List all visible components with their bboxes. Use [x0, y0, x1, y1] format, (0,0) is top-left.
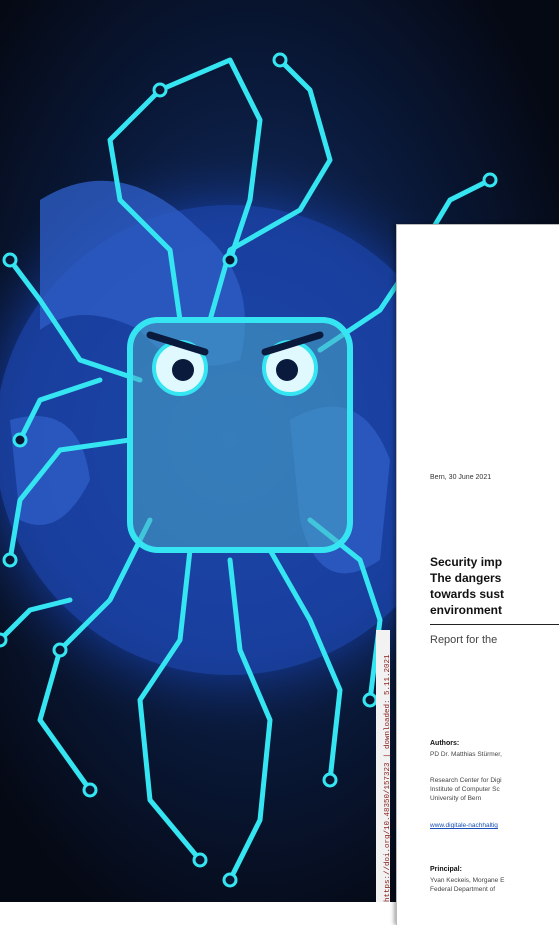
- principal-line: Federal Department of: [430, 886, 496, 893]
- principal-line: Yvan Keckeis, Morgane E: [430, 877, 505, 884]
- title-line: environment: [430, 603, 503, 617]
- institution-line: Research Center for Digi: [430, 777, 502, 784]
- authors-label: Authors:: [430, 740, 460, 747]
- institution-line: Institute of Computer Sc: [430, 786, 500, 793]
- doi-link[interactable]: https://doi.org/10.48350/157323 | downlo…: [383, 654, 393, 902]
- report-date: Bern, 30 June 2021: [430, 474, 492, 481]
- title-line: Security imp: [430, 555, 503, 569]
- website-link[interactable]: www.digitale-nachhaltig: [430, 822, 498, 829]
- title-divider: [430, 624, 559, 625]
- report-subtitle: Report for the: [430, 634, 498, 646]
- title-line: The dangers: [430, 571, 502, 585]
- title-line: towards sust: [430, 587, 505, 601]
- authors-text: PD Dr. Matthias Stürmer,: [430, 751, 502, 758]
- report-title: Security imp The dangers towards sust en…: [430, 554, 559, 618]
- institution-line: University of Bern: [430, 795, 482, 802]
- principal-label: Principal:: [430, 866, 462, 873]
